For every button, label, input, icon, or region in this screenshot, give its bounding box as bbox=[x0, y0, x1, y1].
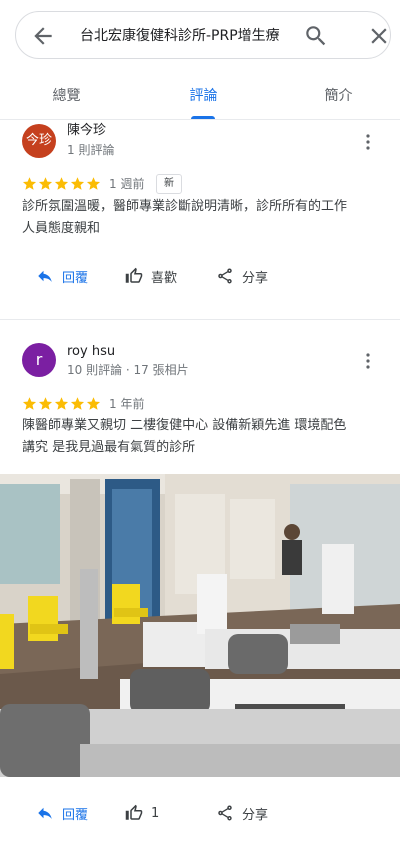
star-icon bbox=[86, 177, 101, 190]
share-button[interactable]: 分享 bbox=[216, 258, 268, 294]
review-photo[interactable] bbox=[0, 474, 400, 777]
reply-icon bbox=[38, 807, 52, 819]
review-text: 診所氛圍溫暖，醫師專業診斷說明清晰，診所所有的工作 人員態度親和 bbox=[22, 196, 382, 240]
reply-label: 回覆 bbox=[62, 270, 89, 286]
thumbs-up-icon bbox=[125, 267, 143, 283]
review-time: 1 年前 bbox=[109, 397, 145, 411]
tab-bar: 總覽 評論 簡介 bbox=[0, 72, 400, 120]
review-actions: 回覆 1 分享 bbox=[0, 795, 400, 831]
star-icon bbox=[86, 397, 101, 410]
reply-label: 回覆 bbox=[62, 807, 89, 823]
share-icon bbox=[218, 805, 232, 821]
star-rating bbox=[22, 396, 101, 412]
like-button[interactable]: 喜歡 bbox=[125, 258, 177, 294]
active-tab-indicator bbox=[191, 116, 215, 119]
back-arrow-icon[interactable] bbox=[30, 23, 56, 49]
reviewer-meta: 1 則評論 bbox=[67, 143, 115, 157]
reviewer-meta: 10 則評論 · 17 張相片 bbox=[67, 363, 189, 377]
search-query[interactable]: 台北宏康復健科診所-PRP增生療 bbox=[80, 25, 302, 47]
like-count: 1 bbox=[151, 805, 160, 821]
tab-about[interactable]: 簡介 bbox=[272, 72, 400, 120]
review-text-line: 診所氛圍溫暖，醫師專業診斷說明清晰，診所所有的工作 bbox=[22, 199, 348, 214]
like-button[interactable]: 1 bbox=[125, 795, 159, 831]
review-text-line: 講究 是我見過最有氣質的診所 bbox=[22, 440, 196, 455]
share-label: 分享 bbox=[242, 807, 269, 823]
review-time: 1 週前 bbox=[109, 177, 145, 191]
search-bar[interactable]: 台北宏康復健科診所-PRP增生療 bbox=[15, 11, 391, 59]
review-actions: 回覆 喜歡 分享 bbox=[0, 258, 400, 294]
divider bbox=[0, 319, 400, 320]
review-text-line: 陳醫師專業又親切 二樓復健中心 設備新穎先進 環境配色 bbox=[22, 418, 347, 433]
search-icon[interactable] bbox=[303, 23, 329, 49]
star-icon bbox=[38, 397, 53, 410]
reply-button[interactable]: 回覆 bbox=[36, 258, 88, 294]
tab-reviews[interactable]: 評論 bbox=[137, 72, 270, 120]
reviewer-name[interactable]: roy hsu bbox=[67, 343, 115, 361]
star-icon bbox=[70, 397, 85, 410]
reviewer-name[interactable]: 陳今珍 bbox=[67, 122, 106, 140]
avatar[interactable]: 今珍 bbox=[22, 124, 56, 158]
tab-overview[interactable]: 總覽 bbox=[0, 72, 133, 120]
star-icon bbox=[54, 177, 69, 190]
star-icon bbox=[22, 177, 37, 190]
new-badge: 新 bbox=[156, 174, 182, 194]
star-icon bbox=[22, 397, 37, 410]
star-icon bbox=[54, 397, 69, 410]
star-icon bbox=[70, 177, 85, 190]
share-icon bbox=[218, 268, 232, 284]
star-icon bbox=[38, 177, 53, 190]
more-options-icon[interactable] bbox=[360, 132, 376, 152]
share-button[interactable]: 分享 bbox=[216, 795, 268, 831]
reply-button[interactable]: 回覆 bbox=[36, 795, 88, 831]
review-text-line: 人員態度親和 bbox=[22, 221, 101, 236]
thumbs-up-icon bbox=[125, 804, 143, 820]
share-label: 分享 bbox=[242, 270, 269, 286]
avatar[interactable]: r bbox=[22, 343, 56, 377]
close-icon[interactable] bbox=[366, 23, 392, 49]
review-card: 今珍 陳今珍 1 則評論 1 週前 新 診所氛圍溫暖，醫師專業診斷說明清晰，診所… bbox=[0, 120, 400, 320]
more-options-icon[interactable] bbox=[360, 351, 376, 371]
star-rating bbox=[22, 176, 101, 192]
review-text: 陳醫師專業又親切 二樓復健中心 設備新穎先進 環境配色 講究 是我見過最有氣質的… bbox=[22, 415, 382, 459]
like-label: 喜歡 bbox=[151, 270, 178, 286]
reply-icon bbox=[38, 270, 52, 282]
